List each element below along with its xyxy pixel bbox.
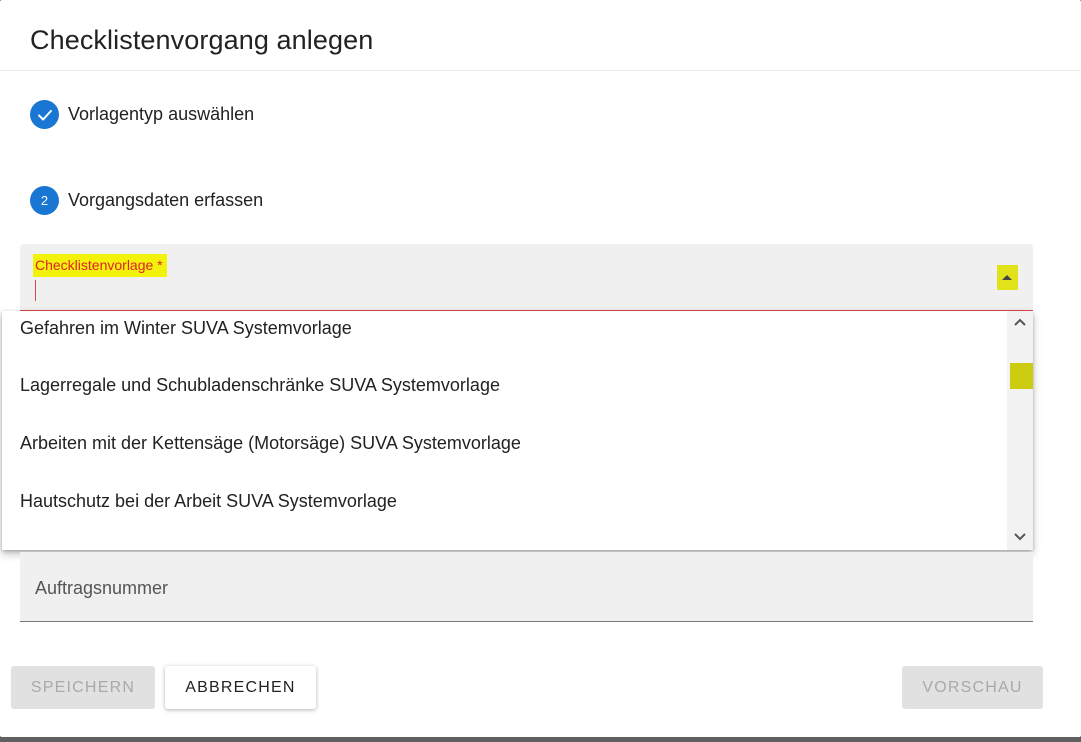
check-icon: [30, 100, 59, 129]
list-item[interactable]: Lagerregale und Schubladenschränke SUVA …: [20, 375, 500, 396]
checklist-template-select[interactable]: Checklistenvorlage *: [20, 244, 1033, 311]
order-number-field[interactable]: Auftragsnummer: [20, 552, 1033, 622]
scrollbar-thumb[interactable]: [1010, 363, 1033, 389]
dialog-title: Checklistenvorgang anlegen: [30, 25, 374, 55]
step-enter-process-data[interactable]: 2 Vorgangsdaten erfassen: [30, 186, 263, 215]
chevron-up-icon[interactable]: [1012, 314, 1028, 330]
list-item[interactable]: Hautschutz bei der Arbeit SUVA Systemvor…: [20, 491, 397, 512]
cancel-button[interactable]: ABBRECHEN: [165, 666, 316, 709]
arrow-up-icon[interactable]: [997, 265, 1018, 290]
dropdown-scrollbar[interactable]: [1007, 311, 1033, 550]
step-select-template-type[interactable]: Vorlagentyp auswählen: [30, 100, 254, 129]
save-button[interactable]: SPEICHERN: [11, 666, 155, 709]
text-caret: [35, 280, 36, 301]
step-label: Vorgangsdaten erfassen: [68, 190, 264, 210]
step-label: Vorlagentyp auswählen: [68, 104, 255, 124]
preview-button[interactable]: VORSCHAU: [902, 666, 1043, 709]
create-checklist-dialog: Checklistenvorgang anlegen Vorlagentyp a…: [0, 0, 1081, 737]
order-number-placeholder: Auftragsnummer: [35, 578, 169, 598]
chevron-down-icon[interactable]: [1012, 529, 1028, 545]
template-options-list: Gefahren im Winter SUVA Systemvorlage La…: [2, 311, 1033, 550]
list-item[interactable]: Gefahren im Winter SUVA Systemvorlage: [20, 318, 352, 339]
list-item[interactable]: Arbeiten mit der Kettensäge (Motorsäge) …: [20, 433, 521, 454]
list-item-partial[interactable]: [20, 545, 300, 550]
dialog-header: Checklistenvorgang anlegen: [0, 0, 1081, 71]
checklist-template-label: Checklistenvorlage *: [33, 254, 167, 277]
backdrop: [0, 737, 1081, 742]
step-number: 2: [30, 186, 59, 215]
